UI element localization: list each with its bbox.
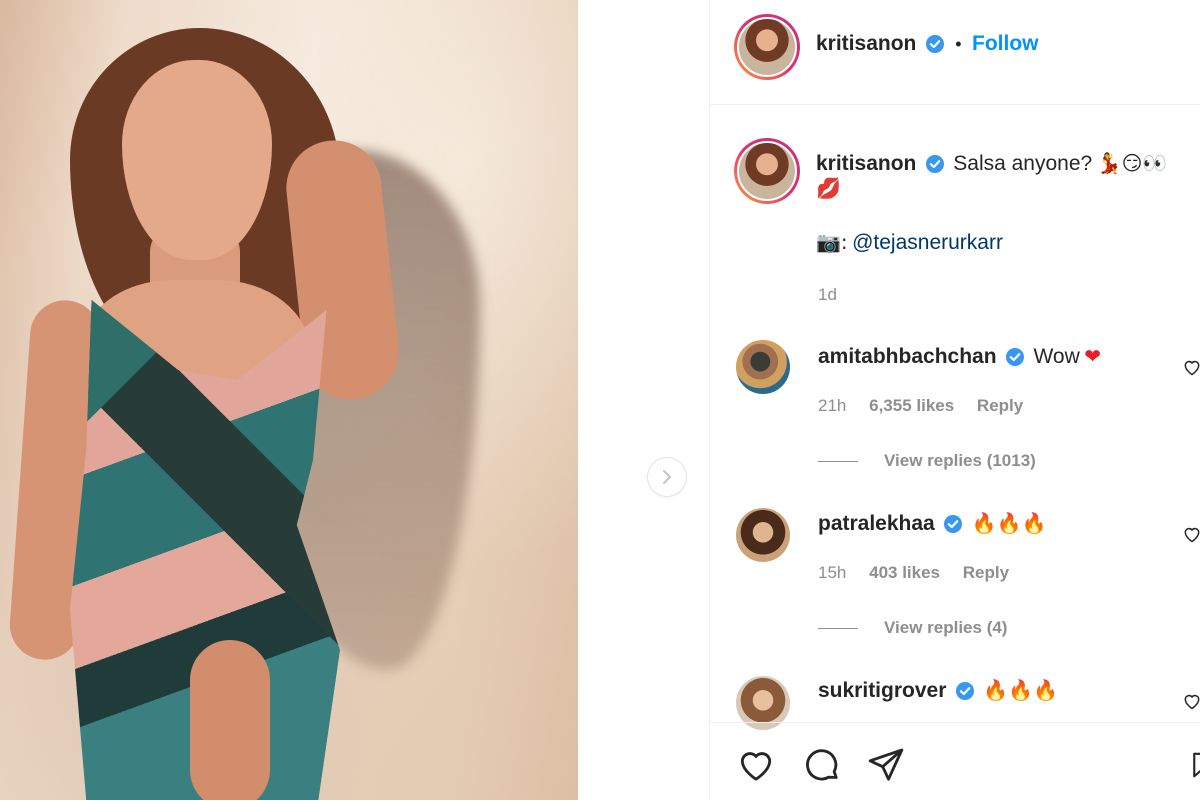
like-comment-heart-icon[interactable] <box>1182 524 1200 544</box>
follow-button[interactable]: Follow <box>972 32 1039 55</box>
replies-divider-line <box>818 627 858 629</box>
post-side-panel: kritisanon • Follow kritisanon Salsa any… <box>709 0 1200 800</box>
comment-emoji: 🔥🔥🔥 <box>971 511 1047 535</box>
caption-text: Salsa anyone? <box>953 152 1093 175</box>
verified-badge-icon <box>955 681 974 700</box>
comment-row: amitabhbachchan Wow ❤ <box>818 344 1101 369</box>
caption-username[interactable]: kritisanon <box>816 152 916 175</box>
like-comment-heart-icon[interactable] <box>1182 357 1200 377</box>
commenter-avatar[interactable] <box>736 508 790 562</box>
caption-line2: 💋 <box>816 176 841 200</box>
reply-button[interactable]: Reply <box>963 563 1009 582</box>
post-action-bar <box>710 722 1200 801</box>
credit-mention-link[interactable]: @tejasnerurkarr <box>852 231 1003 254</box>
bookmark-icon[interactable] <box>1188 745 1200 785</box>
comment-row: patralekhaa 🔥🔥🔥 <box>818 511 1046 536</box>
caption: kritisanon Salsa anyone? 💃😏👀 <box>816 147 1186 182</box>
verified-badge-icon <box>1006 347 1024 366</box>
camera-credit-prefix: 📷: <box>816 230 848 254</box>
verified-badge-icon <box>925 34 944 53</box>
caption-author-avatar[interactable] <box>734 138 800 204</box>
view-replies-label: View replies (1013) <box>884 451 1036 470</box>
replies-divider-line <box>818 460 858 462</box>
author-username[interactable]: kritisanon <box>816 32 916 55</box>
post-header: kritisanon • Follow <box>710 0 1200 105</box>
view-replies-label: View replies (4) <box>884 618 1008 637</box>
carousel-next-button[interactable] <box>648 458 686 496</box>
comment-row: sukritigrover 🔥🔥🔥 <box>818 678 1058 703</box>
view-replies-button[interactable]: View replies (4) <box>818 618 1007 638</box>
heart-icon[interactable] <box>736 745 776 785</box>
post-timestamp[interactable]: 1d <box>818 285 837 305</box>
comment-username[interactable]: amitabhbachchan <box>818 345 997 368</box>
header-separator: • <box>955 34 962 54</box>
comment-meta: 15h 403 likes Reply <box>818 563 1009 583</box>
like-comment-heart-icon[interactable] <box>1182 691 1200 711</box>
caption-credit: 📷: @tejasnerurkarr <box>816 230 1003 255</box>
comment-emoji: ❤ <box>1084 344 1101 368</box>
post-photo[interactable] <box>0 0 578 800</box>
caption-emojis: 💃😏👀 <box>1096 151 1168 175</box>
caption-lips-emoji: 💋 <box>816 176 841 200</box>
comment-likes[interactable]: 6,355 likes <box>869 396 954 415</box>
comment-emoji: 🔥🔥🔥 <box>983 678 1059 702</box>
share-icon[interactable] <box>866 745 906 785</box>
reply-button[interactable]: Reply <box>977 396 1023 415</box>
comment-username[interactable]: patralekhaa <box>818 512 935 535</box>
comment-time[interactable]: 21h <box>818 396 846 415</box>
verified-badge-icon <box>944 514 963 533</box>
verified-badge-icon <box>925 154 944 173</box>
comment-username[interactable]: sukritigrover <box>818 679 946 702</box>
comment-time[interactable]: 15h <box>818 563 846 582</box>
header-author-row: kritisanon • Follow <box>816 32 1039 56</box>
chevron-right-icon <box>662 469 672 485</box>
author-avatar[interactable] <box>734 14 800 80</box>
comment-icon[interactable] <box>802 745 842 785</box>
comment-likes[interactable]: 403 likes <box>869 563 940 582</box>
view-replies-button[interactable]: View replies (1013) <box>818 451 1036 471</box>
comment-meta: 21h 6,355 likes Reply <box>818 396 1023 416</box>
photo-leg <box>190 640 270 800</box>
commenter-avatar[interactable] <box>736 340 790 394</box>
comment-text: Wow <box>1033 345 1080 368</box>
